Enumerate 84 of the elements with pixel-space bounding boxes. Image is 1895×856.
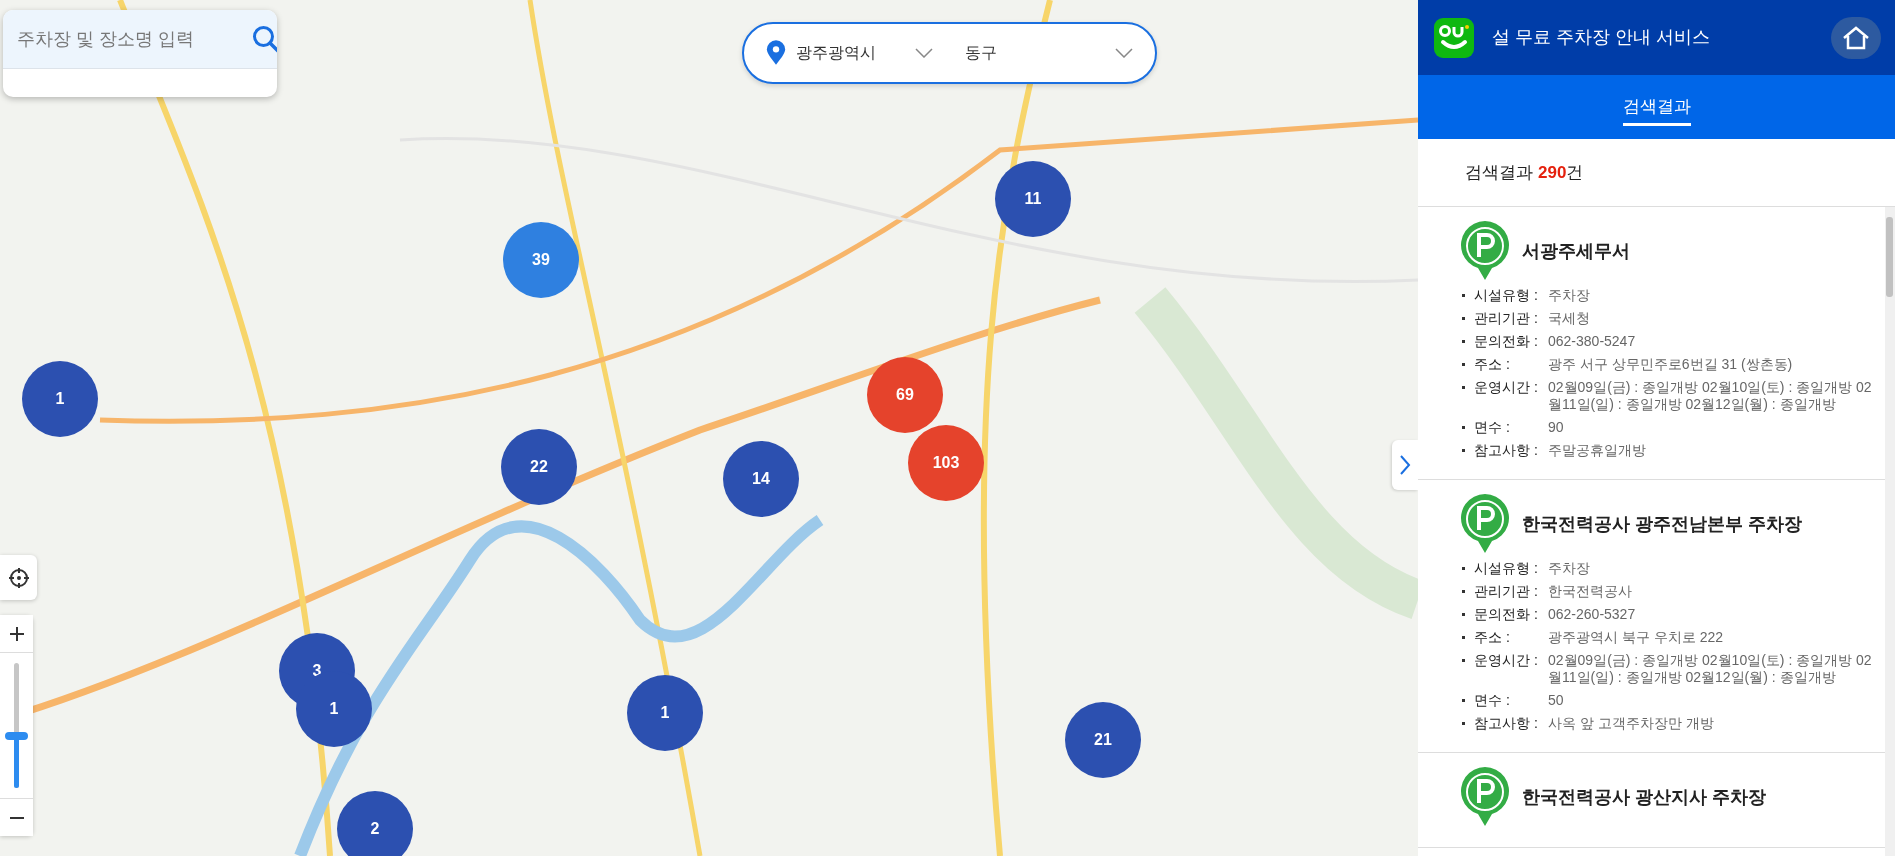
field-label: 관리기관 :: [1474, 310, 1539, 327]
district-dropdown[interactable]: 동구: [964, 41, 1133, 65]
place-name[interactable]: 서광주세무서: [1522, 237, 1630, 265]
logo-icon: [1434, 17, 1474, 58]
field-value: 02월09일(금) : 종일개방 02월10일(토) : 종일개방 02월11일(일) : 종일개방 02월12일(월) : 종일개방: [1548, 652, 1873, 686]
scrollbar[interactable]: [1885, 207, 1895, 856]
cluster-marker[interactable]: 14: [723, 441, 799, 517]
place-name[interactable]: 한국전력공사 광산지사 주차장: [1522, 783, 1766, 811]
bullet-icon: [1462, 363, 1465, 366]
bullet-icon: [1462, 340, 1465, 343]
plus-icon: [8, 625, 25, 642]
field-value: 광주광역시 북구 우치로 222: [1548, 629, 1725, 646]
field-value: 주말공휴일개방: [1548, 442, 1647, 459]
bullet-icon: [1462, 449, 1465, 452]
search-icon[interactable]: [251, 24, 277, 54]
slider-thumb[interactable]: [5, 731, 28, 740]
field-value: 90: [1548, 419, 1565, 436]
bullet-icon: [1462, 426, 1465, 429]
search-field[interactable]: 주차장 및 장소명 입력: [15, 10, 251, 68]
field-label: 운영시간 :: [1474, 652, 1539, 669]
parking-pin-icon: [1460, 767, 1510, 827]
bullet-icon: [1462, 722, 1465, 725]
city-dropdown[interactable]: 광주광역시: [796, 41, 933, 65]
result-count: 290: [1538, 161, 1567, 184]
field-label: 시설유형 :: [1474, 560, 1539, 577]
chevron-down-icon: [1115, 48, 1133, 58]
crosshair-icon: [7, 566, 30, 589]
field-value: 062-380-5247: [1548, 333, 1637, 350]
cluster-marker[interactable]: 39: [503, 222, 579, 298]
field-value: 02월09일(금) : 종일개방 02월10일(토) : 종일개방 02월11일(일) : 종일개방 02월12일(월) : 종일개방: [1548, 379, 1873, 413]
location-pin-icon: [766, 39, 787, 67]
zoom-in-button[interactable]: [0, 615, 33, 653]
cluster-marker[interactable]: 1: [22, 361, 98, 437]
tab[interactable]: 검색결과: [1622, 87, 1691, 127]
place-name[interactable]: 한국전력공사 광주전남본부 주차장: [1522, 510, 1802, 538]
field-value: 국세청: [1548, 310, 1591, 327]
bullet-icon: [1462, 613, 1465, 616]
field-label: 문의전화 :: [1474, 333, 1539, 350]
field-value: 한국전력공사: [1548, 583, 1633, 600]
cluster-marker[interactable]: 1: [627, 675, 703, 751]
field-label: 참고사항 :: [1474, 442, 1539, 459]
cluster-marker[interactable]: 2: [337, 791, 413, 856]
field-label: 면수 :: [1474, 692, 1511, 709]
field-label: 시설유형 :: [1474, 287, 1539, 304]
bullet-icon: [1462, 294, 1465, 297]
cluster-marker[interactable]: 103: [908, 425, 984, 501]
result-unit: 건: [1566, 161, 1584, 184]
field-label: 면수 :: [1474, 419, 1511, 436]
parking-pin-icon: [1460, 221, 1510, 281]
service-title: 설 무료 주차장 안내 서비스: [1492, 26, 1711, 49]
cluster-marker[interactable]: 69: [867, 357, 943, 433]
zoom-out-button[interactable]: [0, 798, 33, 836]
field-value: 광주 서구 상무민주로6번길 31 (쌍촌동): [1548, 356, 1794, 373]
panel-toggle-button[interactable]: [1392, 440, 1418, 490]
bullet-icon: [1462, 317, 1465, 320]
minus-icon: [8, 815, 25, 820]
field-value: 주차장: [1548, 287, 1591, 304]
field-label: 주소 :: [1474, 356, 1511, 373]
search-bar[interactable]: 주차장 및 장소명 입력: [3, 10, 277, 69]
field-value: 062-260-5327: [1548, 606, 1637, 623]
bullet-icon: [1462, 699, 1465, 702]
bullet-icon: [1462, 590, 1465, 593]
bullet-icon: [1462, 636, 1465, 639]
field-value: 사옥 앞 고객주차장만 개방: [1548, 715, 1715, 732]
parking-pin-icon: [1460, 494, 1510, 554]
field-value: 주차장: [1548, 560, 1591, 577]
field-label: 참고사항 :: [1474, 715, 1539, 732]
bullet-icon: [1462, 386, 1465, 389]
chevron-down-icon: [914, 48, 933, 58]
home-icon: [1842, 25, 1870, 50]
cluster-marker[interactable]: 22: [501, 429, 577, 505]
bullet-icon: [1462, 567, 1465, 570]
cluster-marker[interactable]: 21: [1065, 702, 1141, 778]
field-value: 50: [1548, 692, 1565, 709]
locate-button[interactable]: [0, 555, 37, 600]
chevron-right-icon: [1399, 454, 1411, 476]
field-label: 운영시간 :: [1474, 379, 1539, 396]
home-button[interactable]: [1831, 16, 1881, 59]
field-label: 주소 :: [1474, 629, 1511, 646]
field-label: 관리기관 :: [1474, 583, 1539, 600]
field-label: 문의전화 :: [1474, 606, 1539, 623]
bullet-icon: [1462, 659, 1465, 662]
result-label: 검색결과: [1465, 161, 1533, 184]
cluster-marker[interactable]: 11: [995, 161, 1071, 237]
